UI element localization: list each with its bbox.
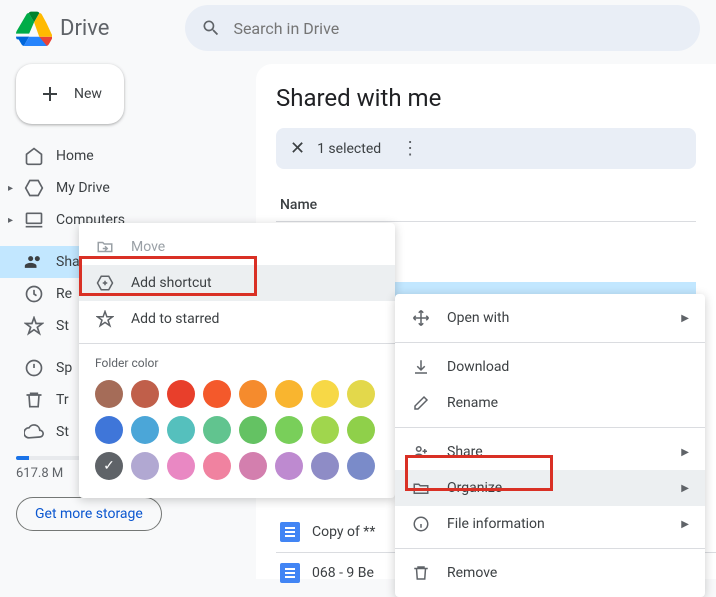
- color-swatch[interactable]: [347, 416, 375, 444]
- context-menu: Open with ▶ Download Rename Share ▶ Orga…: [395, 294, 705, 597]
- share-icon: [411, 443, 431, 461]
- recent-icon: [24, 284, 44, 304]
- color-swatch[interactable]: [95, 416, 123, 444]
- color-swatch[interactable]: [167, 452, 195, 480]
- color-swatch[interactable]: [131, 380, 159, 408]
- color-swatch[interactable]: [203, 452, 231, 480]
- color-swatch[interactable]: [311, 380, 339, 408]
- color-swatch[interactable]: [131, 452, 159, 480]
- chevron-right-icon: ▶: [681, 483, 689, 494]
- starred-icon: [24, 316, 44, 336]
- menu-rename[interactable]: Rename: [395, 385, 705, 421]
- chevron-right-icon: ▶: [681, 313, 689, 324]
- color-swatch[interactable]: [347, 380, 375, 408]
- color-swatch[interactable]: [167, 380, 195, 408]
- name-column-header[interactable]: Name: [276, 189, 696, 222]
- selection-count: 1 selected: [317, 141, 381, 157]
- color-swatch[interactable]: [239, 416, 267, 444]
- menu-download[interactable]: Download: [395, 349, 705, 385]
- organize-submenu: Move Add shortcut Add to starred Folder …: [79, 223, 395, 498]
- menu-open-with[interactable]: Open with ▶: [395, 300, 705, 336]
- color-swatch[interactable]: [131, 416, 159, 444]
- shared-icon: [24, 252, 44, 272]
- menu-add-starred[interactable]: Add to starred: [79, 301, 395, 337]
- info-icon: [411, 515, 431, 533]
- new-button-label: New: [74, 86, 102, 102]
- folder-color-label: Folder color: [79, 350, 395, 374]
- color-swatch[interactable]: [275, 380, 303, 408]
- menu-move: Move: [79, 229, 395, 265]
- nav-my-drive[interactable]: My Drive: [0, 172, 244, 204]
- get-storage-button[interactable]: Get more storage: [16, 497, 162, 531]
- menu-divider: [79, 343, 395, 344]
- docs-icon: [280, 563, 300, 583]
- remove-icon: [411, 564, 431, 582]
- color-swatch[interactable]: [275, 452, 303, 480]
- search-bar[interactable]: [185, 5, 700, 51]
- storage-icon: [24, 422, 44, 442]
- color-swatch[interactable]: [95, 380, 123, 408]
- folder-color-grid: [79, 374, 395, 492]
- move-icon: [95, 238, 115, 256]
- page-title: Shared with me: [276, 84, 696, 112]
- menu-share[interactable]: Share ▶: [395, 434, 705, 470]
- color-swatch[interactable]: [275, 416, 303, 444]
- plus-icon: [38, 82, 62, 106]
- drive-logo[interactable]: Drive: [16, 10, 109, 46]
- nav-home[interactable]: Home: [0, 140, 244, 172]
- home-icon: [24, 146, 44, 166]
- computers-icon: [24, 210, 44, 230]
- color-swatch[interactable]: [239, 380, 267, 408]
- docs-icon: [280, 522, 300, 542]
- menu-remove[interactable]: Remove: [395, 555, 705, 591]
- more-actions-icon[interactable]: ⋮: [401, 138, 419, 159]
- clear-selection-icon[interactable]: ✕: [290, 138, 305, 159]
- color-swatch[interactable]: [203, 416, 231, 444]
- app-name: Drive: [60, 16, 109, 41]
- drive-logo-icon: [16, 10, 52, 46]
- new-button[interactable]: New: [16, 64, 124, 124]
- spam-icon: [24, 358, 44, 378]
- color-swatch[interactable]: [95, 452, 123, 480]
- search-input[interactable]: [233, 19, 684, 38]
- open-with-icon: [411, 309, 431, 327]
- color-swatch[interactable]: [311, 416, 339, 444]
- color-swatch[interactable]: [311, 452, 339, 480]
- menu-add-shortcut[interactable]: Add shortcut: [79, 265, 395, 301]
- color-swatch[interactable]: [203, 380, 231, 408]
- drive-icon: [24, 178, 44, 198]
- trash-icon: [24, 390, 44, 410]
- download-icon: [411, 358, 431, 376]
- chevron-right-icon: ▶: [681, 447, 689, 458]
- rename-icon: [411, 394, 431, 412]
- search-icon: [201, 18, 221, 38]
- shortcut-icon: [95, 274, 115, 292]
- menu-organize[interactable]: Organize ▶: [395, 470, 705, 506]
- organize-icon: [411, 479, 431, 497]
- color-swatch[interactable]: [347, 452, 375, 480]
- chevron-right-icon: ▶: [681, 519, 689, 530]
- menu-file-info[interactable]: File information ▶: [395, 506, 705, 542]
- color-swatch[interactable]: [239, 452, 267, 480]
- color-swatch[interactable]: [167, 416, 195, 444]
- selection-chip: ✕ 1 selected ⋮: [276, 128, 696, 169]
- star-icon: [95, 310, 115, 328]
